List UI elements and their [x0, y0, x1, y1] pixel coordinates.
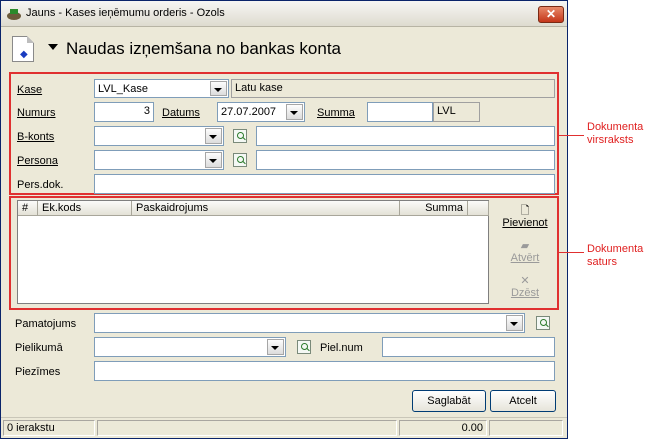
- delete-button-label: Dzēst: [510, 287, 540, 299]
- persona-lookup-icon[interactable]: [233, 153, 247, 167]
- operation-type-dropdown-icon[interactable]: [48, 44, 58, 50]
- pamatojums-dropdown[interactable]: [94, 313, 525, 333]
- pamatojums-lookup-icon[interactable]: [536, 316, 550, 330]
- datums-date-picker[interactable]: 27.07.2007: [217, 102, 305, 122]
- status-total: 0.00: [399, 420, 487, 436]
- column-header-paskaidrojums[interactable]: Paskaidrojums: [132, 201, 400, 216]
- currency-label: LVL: [433, 102, 480, 122]
- status-bar: 0 ierakstu 0.00: [1, 417, 567, 438]
- content-annotation-line2: saturs: [587, 256, 617, 268]
- title-bar[interactable]: Jauns - Kases ieņēmumu orderis - Ozols ✕: [1, 1, 567, 27]
- persdok-field[interactable]: [94, 174, 555, 194]
- column-header-ek-kods[interactable]: Ek.kods: [38, 201, 132, 216]
- summa-field[interactable]: [367, 102, 433, 122]
- calendar-dropdown-icon[interactable]: [286, 104, 303, 120]
- add-button[interactable]: 🗋 Pievienot: [500, 205, 550, 229]
- kase-dropdown-arrow-icon[interactable]: [210, 81, 227, 96]
- content-annotation-line: [559, 252, 584, 253]
- pamatojums-label: Pamatojums: [15, 318, 77, 330]
- content-annotation: Dokumenta saturs: [587, 243, 643, 269]
- column-header-filler: [468, 201, 489, 216]
- save-button[interactable]: Saglabāt: [412, 390, 486, 412]
- pielikuma-dropdown-arrow-icon[interactable]: [267, 339, 284, 355]
- bkonts-lookup-icon[interactable]: [233, 129, 247, 143]
- piezimes-field[interactable]: [94, 361, 555, 381]
- numurs-field[interactable]: 3: [94, 102, 154, 122]
- kase-dropdown[interactable]: LVL_Kase: [94, 79, 229, 98]
- persona-dropdown[interactable]: [94, 150, 224, 170]
- open-button-label: Atvērt: [510, 252, 540, 264]
- kase-value: LVL_Kase: [98, 83, 148, 95]
- column-header-number[interactable]: #: [18, 201, 38, 216]
- bkonts-description-field[interactable]: [256, 126, 555, 146]
- summa-label: Summa: [317, 107, 355, 119]
- header-annotation-line: [559, 135, 584, 136]
- window-title: Jauns - Kases ieņēmumu orderis - Ozols: [26, 7, 225, 19]
- new-page-icon: 🗋: [520, 205, 530, 217]
- new-document-icon: ◆: [12, 36, 34, 62]
- status-pane-right: [489, 420, 563, 436]
- page-title: Naudas izņemšana no bankas konta: [66, 39, 342, 58]
- pielikuma-dropdown[interactable]: [94, 337, 286, 357]
- bkonts-dropdown[interactable]: [94, 126, 224, 146]
- kase-description: Latu kase: [231, 79, 555, 98]
- add-button-label: Pievienot: [502, 217, 548, 229]
- bkonts-label: B-konts: [17, 131, 55, 143]
- close-button[interactable]: ✕: [538, 6, 564, 23]
- content-annotation-line1: Dokumenta: [587, 243, 644, 255]
- items-grid[interactable]: # Ek.kods Paskaidrojums Summa: [17, 200, 489, 304]
- pielikuma-lookup-icon[interactable]: [297, 340, 311, 354]
- pielnum-field[interactable]: [382, 337, 555, 357]
- header-annotation-line1: Dokumenta: [587, 121, 644, 133]
- persona-description-field[interactable]: [256, 150, 555, 170]
- kase-label: Kase: [17, 84, 43, 96]
- datums-label: Datums: [162, 107, 200, 119]
- record-count: 0 ierakstu: [3, 420, 95, 436]
- bkonts-dropdown-arrow-icon[interactable]: [205, 128, 222, 144]
- persdok-label: Pers.dok.: [17, 179, 64, 191]
- persona-label: Persona: [17, 155, 58, 167]
- piezimes-label: Piezīmes: [15, 366, 61, 378]
- datums-value: 27.07.2007: [221, 106, 277, 118]
- delete-x-icon: ✕: [520, 275, 530, 287]
- header-annotation-line2: virsraksts: [587, 134, 634, 146]
- pielikuma-label: Pielikumā: [15, 342, 63, 354]
- open-folder-icon: ▰: [520, 240, 530, 252]
- cancel-button[interactable]: Atcelt: [490, 390, 556, 412]
- open-button[interactable]: ▰ Atvērt: [500, 240, 550, 264]
- column-header-summa[interactable]: Summa: [400, 201, 468, 216]
- app-icon: [6, 6, 22, 22]
- persona-dropdown-arrow-icon[interactable]: [205, 152, 222, 168]
- header-annotation: Dokumenta virsraksts: [587, 121, 643, 147]
- status-pane-empty: [97, 420, 397, 436]
- pamatojums-dropdown-arrow-icon[interactable]: [506, 315, 523, 331]
- numurs-label: Numurs: [17, 107, 56, 119]
- pielnum-label: Piel.num: [320, 342, 363, 354]
- delete-button[interactable]: ✕ Dzēst: [500, 275, 550, 299]
